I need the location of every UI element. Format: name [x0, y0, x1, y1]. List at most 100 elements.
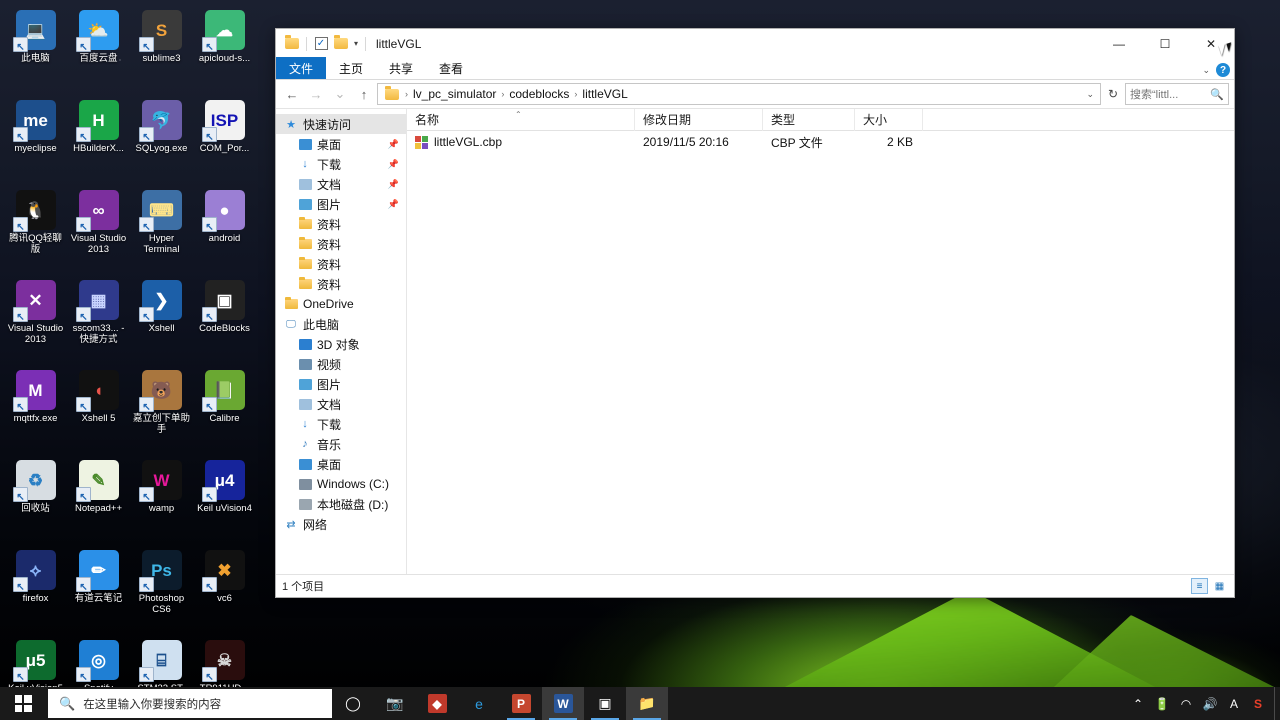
- desktop-icon[interactable]: ✖vc6: [193, 544, 256, 634]
- sidebar-item-视频[interactable]: 视频: [276, 354, 406, 374]
- desktop-icon[interactable]: ⌨Hyper Terminal: [130, 184, 193, 274]
- battery-icon[interactable]: 🔋: [1150, 687, 1174, 720]
- sidebar-item-图片[interactable]: 图片: [276, 374, 406, 394]
- desktop-icon[interactable]: HHBuilderX...: [67, 94, 130, 184]
- taskbar-powerpoint-icon[interactable]: P: [500, 687, 542, 720]
- desktop-icon[interactable]: ☁apicloud-s...: [193, 4, 256, 94]
- refresh-button[interactable]: ↻: [1103, 83, 1123, 105]
- chevron-down-icon[interactable]: ⌄: [1202, 65, 1210, 76]
- minimize-button[interactable]: —: [1096, 29, 1142, 58]
- sidebar-item-资料[interactable]: 资料: [276, 214, 406, 234]
- details-view-icon[interactable]: ≡: [1191, 578, 1208, 594]
- breadcrumb-item[interactable]: codeblocks: [507, 87, 571, 101]
- show-desktop-button[interactable]: [1274, 687, 1280, 720]
- file-explorer-window[interactable]: ✓ ▾ littleVGL — ☐ ✕ 文件 主页 共享 查看 ⌄? ← → ⌄ ↑ ›…: [275, 28, 1235, 598]
- sidebar-item-下载[interactable]: ↓ 下载 📌: [276, 154, 406, 174]
- close-button[interactable]: ✕: [1188, 29, 1234, 58]
- sidebar-item-下载[interactable]: ↓ 下载: [276, 414, 406, 434]
- sidebar-item-3D 对象[interactable]: 3D 对象: [276, 334, 406, 354]
- sidebar-item-OneDrive[interactable]: OneDrive: [276, 294, 406, 314]
- breadcrumb[interactable]: › lv_pc_simulator › codeblocks › littleVGL ⌄: [377, 83, 1101, 105]
- window-title-bar[interactable]: ✓ ▾ littleVGL — ☐ ✕: [276, 29, 1234, 58]
- desktop-icon[interactable]: ❯Xshell: [130, 274, 193, 364]
- desktop-icon[interactable]: 🐻嘉立创下单助手: [130, 364, 193, 454]
- taskbar-foxit-reader-icon[interactable]: ◆: [416, 687, 458, 720]
- pin-icon[interactable]: 📌: [388, 199, 399, 210]
- sidebar-item-网络[interactable]: ⇄ 网络: [276, 514, 406, 534]
- desktop-icon[interactable]: μ4Keil uVision4: [193, 454, 256, 544]
- desktop-icon[interactable]: ●android: [193, 184, 256, 274]
- desktop-icon[interactable]: Ssublime3: [130, 4, 193, 94]
- column-header-type[interactable]: 类型: [763, 108, 855, 131]
- sidebar-item-本地磁盘 (D:)[interactable]: 本地磁盘 (D:): [276, 494, 406, 514]
- sidebar-item-此电脑[interactable]: 🖵 此电脑: [276, 314, 406, 334]
- desktop-icon[interactable]: ⟡firefox: [4, 544, 67, 634]
- chevron-down-icon[interactable]: ▾: [351, 39, 361, 48]
- sidebar-item-文档[interactable]: 文档 📌: [276, 174, 406, 194]
- sogou-input-icon[interactable]: S: [1246, 687, 1270, 720]
- back-button[interactable]: ←: [281, 83, 303, 105]
- desktop-icon[interactable]: 💻此电脑: [4, 4, 67, 94]
- desktop-icon[interactable]: ∞Visual Studio 2013: [67, 184, 130, 274]
- show-hidden-icons-chevron[interactable]: ⌃: [1126, 687, 1150, 720]
- search-input[interactable]: 搜索“littl... 🔍: [1125, 83, 1229, 105]
- taskbar-cortana-icon[interactable]: ◯: [332, 687, 374, 720]
- navigation-pane[interactable]: ★ 快速访问 桌面 📌 ↓ 下载 📌 文档 📌 图片 📌 资料 资料 资料 资料 OneDrive 🖵 此电脑 3D…: [276, 109, 407, 574]
- taskbar-edge-browser-icon[interactable]: e: [458, 687, 500, 720]
- table-row[interactable]: littleVGL.cbp 2019/11/5 20:16 CBP 文件 2 KB: [407, 131, 1234, 153]
- desktop[interactable]: 💻此电脑⛅百度云盘Ssublime3☁apicloud-s...memyecli…: [0, 0, 1280, 720]
- taskbar[interactable]: 🔍 在这里输入你要搜索的内容 ◯ 📷 ◆ e P W ▣ 📁 ⌃ 🔋 ◠ 🔊 A S: [0, 687, 1280, 720]
- sidebar-item-图片[interactable]: 图片 📌: [276, 194, 406, 214]
- desktop-icon[interactable]: ISPCOM_Por...: [193, 94, 256, 184]
- sidebar-item-文档[interactable]: 文档: [276, 394, 406, 414]
- desktop-icon[interactable]: 🐧腾讯QQ轻聊版: [4, 184, 67, 274]
- properties-checkbox-icon[interactable]: ✓: [311, 34, 331, 54]
- desktop-icon[interactable]: ✕Visual Studio 2013: [4, 274, 67, 364]
- taskbar-word-icon[interactable]: W: [542, 687, 584, 720]
- recent-locations-button[interactable]: ⌄: [329, 83, 351, 105]
- sidebar-item-Windows (C:)[interactable]: Windows (C:): [276, 474, 406, 494]
- desktop-icon[interactable]: ▦sscom33... - 快捷方式: [67, 274, 130, 364]
- taskbar-search-input[interactable]: 🔍 在这里输入你要搜索的内容: [48, 689, 332, 718]
- desktop-icon[interactable]: 🐬SQLyog.exe: [130, 94, 193, 184]
- desktop-icon[interactable]: ◖Xshell 5: [67, 364, 130, 454]
- sidebar-item-资料[interactable]: 资料: [276, 274, 406, 294]
- pin-icon[interactable]: 📌: [388, 139, 399, 150]
- pin-icon[interactable]: 📌: [388, 179, 399, 190]
- up-button[interactable]: ↑: [353, 83, 375, 105]
- desktop-icon[interactable]: Wwamp: [130, 454, 193, 544]
- desktop-icon[interactable]: ▣CodeBlocks: [193, 274, 256, 364]
- breadcrumb-item[interactable]: lv_pc_simulator: [411, 87, 498, 101]
- column-header-size[interactable]: 大小: [855, 108, 923, 131]
- folder-icon[interactable]: [282, 34, 302, 54]
- ribbon-tab-文件[interactable]: 文件: [276, 57, 327, 79]
- chevron-down-icon[interactable]: ⌄: [1082, 89, 1098, 100]
- desktop-icon[interactable]: PsPhotoshop CS6: [130, 544, 193, 634]
- file-list-pane[interactable]: 名称 ⌃ 修改日期 类型 大小 littleVGL.cbp 2019/11/5 20:16…: [407, 108, 1234, 574]
- column-header-date[interactable]: 修改日期: [635, 108, 763, 131]
- ribbon-tab-主页[interactable]: 主页: [326, 57, 376, 79]
- column-header-name[interactable]: 名称 ⌃: [407, 108, 635, 131]
- ribbon-tab-共享[interactable]: 共享: [376, 57, 426, 79]
- sidebar-item-资料[interactable]: 资料: [276, 234, 406, 254]
- wifi-icon[interactable]: ◠: [1174, 687, 1198, 720]
- desktop-icon[interactable]: memyeclipse: [4, 94, 67, 184]
- desktop-icon[interactable]: ✎Notepad++: [67, 454, 130, 544]
- ribbon-tab-查看[interactable]: 查看: [426, 57, 476, 79]
- breadcrumb-item[interactable]: littleVGL: [580, 87, 629, 101]
- input-method-icon[interactable]: A: [1222, 687, 1246, 720]
- forward-button[interactable]: →: [305, 83, 327, 105]
- desktop-icon[interactable]: 📗Calibre: [193, 364, 256, 454]
- sidebar-item-音乐[interactable]: ♪ 音乐: [276, 434, 406, 454]
- windows-start-icon[interactable]: [0, 687, 46, 720]
- large-icons-view-icon[interactable]: ▦: [1211, 578, 1228, 594]
- desktop-icon[interactable]: ♻回收站: [4, 454, 67, 544]
- sidebar-item-桌面[interactable]: 桌面 📌: [276, 134, 406, 154]
- new-folder-icon[interactable]: [331, 34, 351, 54]
- sidebar-item-桌面[interactable]: 桌面: [276, 454, 406, 474]
- desktop-icon[interactable]: Mmqttfx.exe: [4, 364, 67, 454]
- taskbar-microsoft-store-icon[interactable]: ▣: [584, 687, 626, 720]
- pin-icon[interactable]: 📌: [388, 159, 399, 170]
- desktop-icon[interactable]: ✏有道云笔记: [67, 544, 130, 634]
- taskbar-camera-icon[interactable]: 📷: [374, 687, 416, 720]
